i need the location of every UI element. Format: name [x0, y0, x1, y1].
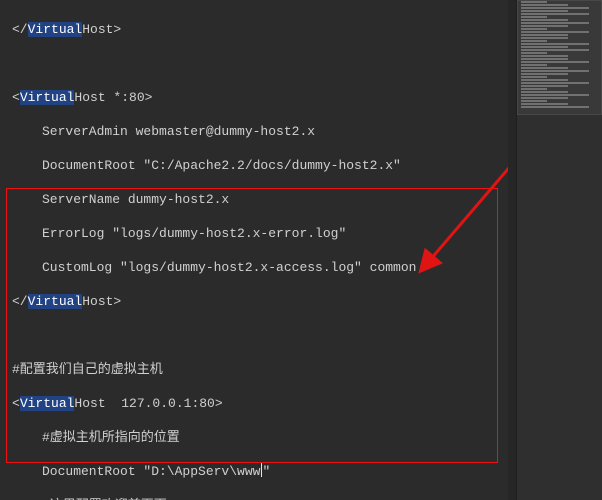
code-line: <VirtualHost *:80> [12, 89, 508, 106]
editor-scrollbar[interactable] [508, 0, 516, 500]
code-text: ErrorLog "logs/dummy-host2.x-error.log" [42, 226, 346, 241]
tag-name-selected: Virtual [28, 294, 83, 309]
tag-name-selected: Virtual [20, 396, 75, 411]
tag-open: < [12, 396, 20, 411]
code-text: CustomLog "logs/dummy-host2.x-access.log… [42, 260, 416, 275]
comment-text: #虚拟主机所指向的位置 [42, 430, 180, 445]
code-line: </VirtualHost> [12, 293, 508, 310]
comment-text: #配置我们自己的虚拟主机 [12, 362, 163, 377]
tag-open: </ [12, 294, 28, 309]
tag-close: Host *:80> [74, 90, 152, 105]
code-line: ErrorLog "logs/dummy-host2.x-error.log" [12, 225, 508, 242]
tag-close: Host 127.0.0.1:80> [74, 396, 222, 411]
code-line: #虚拟主机所指向的位置 [12, 429, 508, 446]
code-text: ServerAdmin webmaster@dummy-host2.x [42, 124, 315, 139]
code-text: DocumentRoot "C:/Apache2.2/docs/dummy-ho… [42, 158, 401, 173]
code-text: ServerName dummy-host2.x [42, 192, 229, 207]
tag-name-selected: Virtual [20, 90, 75, 105]
tag-name-selected: Virtual [28, 22, 83, 37]
code-line: ServerName dummy-host2.x [12, 191, 508, 208]
code-line: DocumentRoot "D:\AppServ\www" [12, 463, 508, 480]
code-line: CustomLog "logs/dummy-host2.x-access.log… [12, 259, 508, 276]
tag-close: Host> [82, 22, 121, 37]
tag-open: < [12, 90, 20, 105]
code-line: #配置我们自己的虚拟主机 [12, 361, 508, 378]
code-line: <VirtualHost 127.0.0.1:80> [12, 395, 508, 412]
minimap[interactable] [516, 0, 602, 500]
tag-close: Host> [82, 294, 121, 309]
code-line: DocumentRoot "C:/Apache2.2/docs/dummy-ho… [12, 157, 508, 174]
tag-open: </ [12, 22, 28, 37]
code-text: " [262, 464, 270, 479]
code-line: ServerAdmin webmaster@dummy-host2.x [12, 123, 508, 140]
code-line [12, 55, 508, 72]
code-text: DocumentRoot "D:\AppServ\www [42, 464, 260, 479]
code-editor[interactable]: </VirtualHost> <VirtualHost *:80> Server… [0, 0, 508, 500]
code-line: </VirtualHost> [12, 21, 508, 38]
code-line [12, 327, 508, 344]
minimap-viewport[interactable] [517, 0, 602, 115]
